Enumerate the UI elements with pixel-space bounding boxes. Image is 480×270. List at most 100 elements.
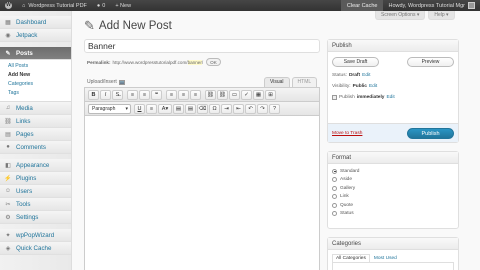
menu-quick-cache[interactable]: ◈ Quick Cache [0,242,71,255]
publish-button[interactable]: Publish [407,127,454,139]
radio-button[interactable] [332,211,337,217]
format-option-status[interactable]: Status [328,210,458,219]
menu-users[interactable]: ☺ Users [0,185,71,198]
menu-posts[interactable]: ✎ Posts [0,47,71,60]
unlink-button[interactable]: ⛓ [217,89,228,100]
move-to-trash-link[interactable]: Move to Trash [332,131,362,136]
format-option-quote[interactable]: Quote [328,201,458,210]
preview-button[interactable]: Preview [407,57,454,67]
submenu-categories[interactable]: Categories [0,80,71,89]
cache-icon: ◈ [5,245,11,252]
permalink-slug[interactable]: banner [187,59,202,65]
comments-link[interactable]: ● 0 [92,0,110,11]
paste-word-button[interactable]: ▤ [185,103,196,114]
blockquote-button[interactable]: ❝ [151,89,162,100]
underline-button[interactable]: U [134,103,145,114]
menu-label: Jetpack [16,31,38,39]
tab-all-categories[interactable]: All Categories [332,254,370,262]
numbered-list-button[interactable]: ≡ [139,89,150,100]
page-heading: ✎ Add New Post [84,18,172,34]
menu-plugins[interactable]: ⚡ Plugins [0,172,71,185]
radio-button[interactable] [332,177,337,183]
publish-heading[interactable]: Publish [328,40,458,52]
submenu-add-new[interactable]: Add New [0,71,71,80]
menu-settings[interactable]: ⚙ Settings [0,211,71,224]
insert-link-button[interactable]: ⛓ [205,89,216,100]
category-checklist[interactable] [332,262,454,270]
menu-pages[interactable]: ▤ Pages [0,128,71,141]
redo-button[interactable]: ↷ [257,103,268,114]
new-content-menu[interactable]: + New [110,0,136,11]
menu-appearance[interactable]: ◧ Appearance [0,159,71,172]
strikethrough-button[interactable]: S̶ [112,89,123,100]
categories-tabs: All Categories Most Used [328,250,458,262]
italic-button[interactable]: I [100,89,111,100]
clear-cache-label: Clear Cache [346,2,378,9]
status-edit-link[interactable]: Edit [362,72,370,79]
tab-most-used[interactable]: Most Used [369,254,401,262]
align-right-button[interactable]: ≡ [190,89,201,100]
format-option-gallery[interactable]: Gallery [328,184,458,193]
visibility-edit-link[interactable]: Edit [369,83,377,90]
kitchen-sink-button[interactable]: ⊞ [265,89,276,100]
permalink-ok-button[interactable]: OK [206,58,221,66]
bullet-list-button[interactable]: ≡ [127,89,138,100]
clear-cache-button[interactable]: Clear Cache [340,0,384,11]
editor-content-area[interactable] [85,117,319,270]
format-select[interactable]: Paragraph ▾ [88,103,131,114]
help-icon-button[interactable]: ? [269,103,280,114]
option-label: Status [340,211,354,217]
wp-logo-menu[interactable]: W [0,0,17,11]
help-button[interactable]: Help ▾ [428,11,455,20]
align-left-button[interactable]: ≡ [166,89,177,100]
special-char-button[interactable]: Ω [209,103,220,114]
schedule-row: Publish immediately Edit [328,92,458,103]
menu-comments[interactable]: ● Comments [0,141,71,154]
justify-button[interactable]: ≡ [146,103,157,114]
site-name-link[interactable]: ⌂ Wordpress Tutorial PDF [17,0,92,11]
chevron-down-icon: ▾ [125,105,128,112]
submenu-all-posts[interactable]: All Posts [0,62,71,71]
upload-insert-label: Upload/Insert [87,79,117,85]
menu-links[interactable]: ⛓ Links [0,115,71,128]
remove-format-button[interactable]: ⌫ [197,103,208,114]
text-color-button[interactable]: A▾ [158,103,172,114]
outdent-button[interactable]: ⇤ [233,103,244,114]
radio-button[interactable] [332,194,337,200]
menu-media[interactable]: ♫ Media [0,102,71,115]
menu-label: Comments [16,143,46,151]
format-option-standard[interactable]: Standard [328,167,458,176]
submenu-tags[interactable]: Tags [0,89,71,98]
menu-dashboard[interactable]: ▦ Dashboard [0,16,71,29]
radio-button[interactable] [332,185,337,191]
align-center-button[interactable]: ≡ [178,89,189,100]
undo-button[interactable]: ↶ [245,103,256,114]
screen-options-button[interactable]: Screen Options ▾ [375,11,426,20]
status-label: Status: [332,73,347,78]
format-option-aside[interactable]: Aside [328,176,458,185]
add-media-icon[interactable] [118,79,125,85]
paste-text-button[interactable]: ▤ [173,103,184,114]
tab-visual[interactable]: Visual [264,77,290,87]
upload-insert-row[interactable]: Upload/Insert [87,79,125,85]
format-option-link[interactable]: Link [328,193,458,202]
schedule-edit-link[interactable]: Edit [386,94,394,101]
tab-html[interactable]: HTML [291,77,318,87]
radio-button[interactable] [332,202,337,208]
post-title-input[interactable]: Banner [84,39,320,53]
save-draft-button[interactable]: Save Draft [332,57,379,67]
indent-button[interactable]: ⇥ [221,103,232,114]
menu-jetpack[interactable]: ◉ Jetpack [0,29,71,42]
menu-tools[interactable]: ✂ Tools [0,198,71,211]
format-heading[interactable]: Format [328,152,458,164]
account-menu[interactable]: Howdy, Wordpress Tutorial Mgr [383,0,480,11]
categories-heading[interactable]: Categories [328,238,458,250]
spellcheck-button[interactable]: ✓ [241,89,252,100]
comment-bubble-icon: ● [96,2,101,9]
wizard-icon: ✦ [5,232,11,239]
menu-wppopwizard[interactable]: ✦ wpPopWizard [0,229,71,242]
radio-button[interactable] [332,168,337,174]
fullscreen-button[interactable]: ▦ [253,89,264,100]
insert-more-button[interactable]: ▭ [229,89,240,100]
bold-button[interactable]: B [88,89,99,100]
